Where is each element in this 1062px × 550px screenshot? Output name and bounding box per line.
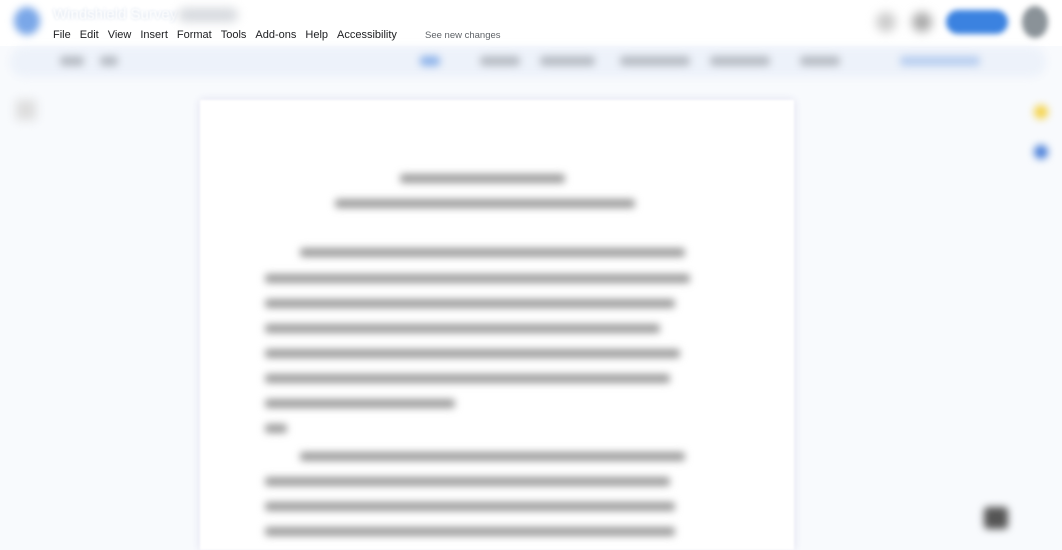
docs-logo-icon[interactable]: [14, 7, 40, 35]
menu-insert[interactable]: Insert: [140, 29, 168, 41]
editing-mode-dropdown[interactable]: [900, 56, 980, 66]
text-line: [300, 248, 685, 257]
menu-edit[interactable]: Edit: [80, 29, 99, 41]
menu-addons[interactable]: Add-ons: [255, 29, 296, 41]
text-line: [265, 399, 455, 408]
share-button[interactable]: [946, 10, 1008, 34]
text-line: [400, 174, 565, 183]
text-line: [265, 349, 680, 358]
explore-button[interactable]: [984, 507, 1008, 529]
see-new-changes-link[interactable]: See new changes: [425, 30, 501, 41]
align-icons[interactable]: [710, 56, 770, 66]
print-icon[interactable]: [100, 56, 118, 66]
bold-icon[interactable]: [420, 56, 440, 66]
avatar[interactable]: [1022, 6, 1048, 38]
header-bar: Windshield Survey File Edit View Insert …: [0, 0, 1062, 46]
text-line: [265, 274, 690, 283]
outline-icon[interactable]: [16, 100, 36, 120]
text-format-icons[interactable]: [480, 56, 520, 66]
text-line: [265, 299, 675, 308]
text-line: [265, 502, 675, 511]
star-move-icons[interactable]: [178, 8, 238, 22]
undo-redo-icon[interactable]: [60, 56, 84, 66]
text-line: [265, 424, 287, 433]
tasks-icon[interactable]: [1034, 145, 1048, 159]
font-size-control[interactable]: [540, 56, 595, 66]
menu-help[interactable]: Help: [305, 29, 328, 41]
toolbar: [10, 47, 1046, 77]
text-line: [265, 477, 670, 486]
text-line: [265, 374, 670, 383]
link-comment-icons[interactable]: [620, 56, 690, 66]
document-title[interactable]: Windshield Survey: [53, 6, 177, 23]
menu-file[interactable]: File: [53, 29, 71, 41]
menu-view[interactable]: View: [108, 29, 132, 41]
menu-tools[interactable]: Tools: [221, 29, 247, 41]
list-icons[interactable]: [800, 56, 840, 66]
text-line: [265, 527, 675, 536]
menu-bar: File Edit View Insert Format Tools Add-o…: [53, 29, 406, 41]
text-line: [335, 199, 635, 208]
text-line: [300, 452, 685, 461]
comments-icon[interactable]: [912, 12, 932, 32]
keep-icon[interactable]: [1034, 105, 1048, 119]
menu-format[interactable]: Format: [177, 29, 212, 41]
menu-accessibility[interactable]: Accessibility: [337, 29, 397, 41]
text-line: [265, 324, 660, 333]
history-icon[interactable]: [876, 12, 896, 32]
